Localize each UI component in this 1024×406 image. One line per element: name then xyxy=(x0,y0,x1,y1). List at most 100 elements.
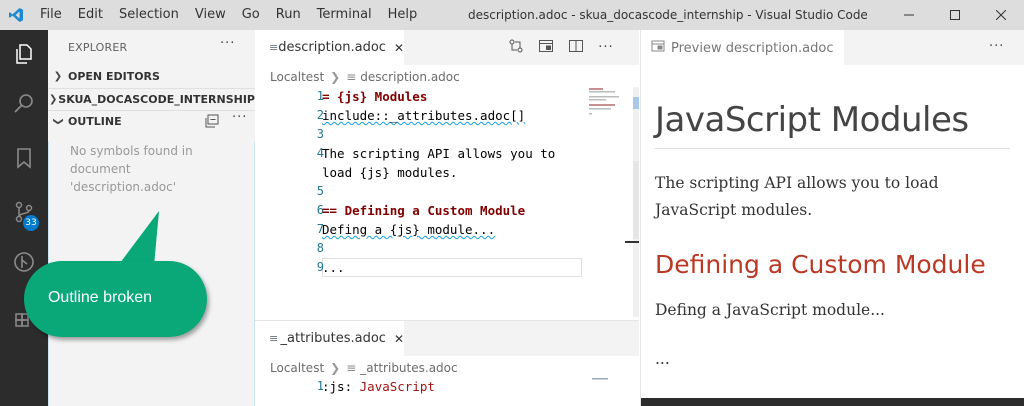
chevron-down-icon: ❯ xyxy=(52,117,64,126)
code-editor[interactable]: 1 :js: JavaScript xyxy=(255,377,590,396)
window-controls xyxy=(886,0,1024,30)
chevron-right-icon: ❯ xyxy=(53,70,63,82)
search-button[interactable] xyxy=(0,80,48,128)
menu-view[interactable]: View xyxy=(187,0,234,30)
editor-actions: ··· xyxy=(501,30,621,65)
split-editor-button[interactable] xyxy=(561,38,591,58)
code-editor[interactable]: 1 = {js} Modules 2 include::_attributes.ad… xyxy=(255,87,590,277)
git-graph-icon xyxy=(14,252,34,272)
code-line: 6 == Defining a Custom Module xyxy=(255,201,590,220)
explorer-sidebar: EXPLORER ··· ❯ OPEN EDITORS ❯ SKUA_DOCAS… xyxy=(48,30,255,406)
collapse-all-button[interactable] xyxy=(205,114,219,132)
editor-tabbar: ≡ description.adoc ✕ ··· xyxy=(255,30,639,65)
preview-icon xyxy=(539,39,553,52)
preview-section-heading: Defining a Custom Module xyxy=(655,250,986,279)
tab-label: _attributes.adoc xyxy=(280,331,386,346)
typo-text: Defing a {js} module... xyxy=(322,222,496,237)
minimap[interactable] xyxy=(592,377,612,381)
menu-run[interactable]: Run xyxy=(268,0,309,30)
tab-description-adoc[interactable]: ≡ description.adoc ✕ xyxy=(255,30,404,65)
open-changes-button[interactable] xyxy=(501,38,531,58)
file-lines-icon: ≡ xyxy=(346,70,357,84)
source-control-button[interactable]: 33 xyxy=(0,188,48,236)
line-number: 7 xyxy=(316,222,324,236)
code-line: 3 xyxy=(255,125,590,144)
line-number: 3 xyxy=(316,127,324,141)
line-number: 4 xyxy=(316,146,324,160)
breadcrumb-folder[interactable]: Localtest xyxy=(270,361,324,375)
code-line: 2 include::_attributes.adoc[] xyxy=(255,106,590,125)
explorer-icon xyxy=(16,44,32,64)
section-outline-label: OUTLINE xyxy=(68,115,122,128)
preview-paragraph: The scripting API allows you to load Jav… xyxy=(655,170,939,224)
minimize-icon xyxy=(904,14,914,16)
section-open-editors[interactable]: ❯ OPEN EDITORS xyxy=(48,65,255,87)
menu-file[interactable]: File xyxy=(32,0,70,30)
section-open-editors-label: OPEN EDITORS xyxy=(68,69,160,83)
editor-more-button[interactable]: ··· xyxy=(591,40,621,55)
line-text: = {js} Modules xyxy=(322,89,428,104)
breadcrumb-folder[interactable]: Localtest xyxy=(270,70,324,84)
preview-tabbar: Preview description.adoc ··· xyxy=(641,30,1024,65)
code-line: 9... xyxy=(255,258,590,277)
line-number: 2 xyxy=(316,108,324,122)
menu-help[interactable]: Help xyxy=(380,0,426,30)
close-window-button[interactable] xyxy=(978,0,1024,30)
preview-title: JavaScript Modules xyxy=(655,100,969,140)
line-text: load {js} modules. xyxy=(322,165,458,180)
chevron-right-icon: ❯ xyxy=(48,94,58,105)
open-changes-icon xyxy=(509,39,523,52)
breadcrumb-file[interactable]: _attributes.adoc xyxy=(360,361,457,375)
scroll-thumb[interactable] xyxy=(633,161,639,239)
outline-more-button[interactable]: ··· xyxy=(232,110,247,125)
tab-attributes-adoc[interactable]: ≡ _attributes.adoc ✕ xyxy=(255,321,404,356)
search-icon xyxy=(14,94,33,113)
code-line: 8 xyxy=(255,239,590,258)
vscode-logo-icon xyxy=(0,0,32,30)
preview-ellipsis: ... xyxy=(655,350,670,368)
close-icon xyxy=(996,10,1006,20)
line-number: 9 xyxy=(316,260,324,274)
preview-paragraph: Defing a JavaScript module... xyxy=(655,301,885,319)
breadcrumb: Localtest ❯ ≡ _attributes.adoc xyxy=(270,361,458,375)
preview-more-button[interactable]: ··· xyxy=(989,39,1004,54)
menu-selection[interactable]: Selection xyxy=(111,0,187,30)
menu-terminal[interactable]: Terminal xyxy=(309,0,380,30)
breadcrumb-file[interactable]: description.adoc xyxy=(360,70,459,84)
close-icon[interactable]: ✕ xyxy=(394,332,404,346)
line-text: ... xyxy=(322,260,345,275)
minimap[interactable] xyxy=(589,87,631,147)
bookmarks-button[interactable] xyxy=(0,134,48,182)
preview-paragraph-line: The scripting API allows you to load xyxy=(655,174,939,192)
source-control-badge: 33 xyxy=(23,215,39,231)
line-number: 8 xyxy=(316,241,324,255)
close-icon[interactable]: ✕ xyxy=(394,41,404,55)
code-line: 4 The scripting API allows you to xyxy=(255,144,590,163)
menu-edit[interactable]: Edit xyxy=(70,0,111,30)
open-preview-button[interactable] xyxy=(531,38,561,58)
menu-go[interactable]: Go xyxy=(234,0,268,30)
editor-group-attributes: ≡ _attributes.adoc ✕ Localtest ❯ ≡ _attr… xyxy=(255,320,639,406)
tab-preview[interactable]: Preview description.adoc xyxy=(641,30,844,65)
preview-icon xyxy=(651,39,671,57)
code-line: load {js} modules. xyxy=(255,163,590,182)
callout-text: Outline broken xyxy=(47,289,153,306)
section-workspace-label: SKUA_DOCASCODE_INTERNSHIP xyxy=(58,93,255,106)
explorer-button[interactable] xyxy=(0,30,48,78)
title-divider xyxy=(655,148,1010,149)
minimize-button[interactable] xyxy=(886,0,932,30)
chevron-right-icon: ❯ xyxy=(330,361,341,375)
line-number: 1 xyxy=(316,89,324,103)
code-line: 5 xyxy=(255,182,590,201)
section-workspace[interactable]: ❯ SKUA_DOCASCODE_INTERNSHIP xyxy=(48,88,255,110)
tab-label: Preview description.adoc xyxy=(671,40,834,56)
editor-tabbar: ≡ _attributes.adoc ✕ xyxy=(255,321,639,356)
sidebar-title: EXPLORER xyxy=(68,41,128,54)
menu-bar: File Edit Selection View Go Run Terminal… xyxy=(32,0,425,30)
section-outline[interactable]: ❯ OUTLINE xyxy=(48,110,255,132)
vertical-scrollbar[interactable] xyxy=(625,87,639,317)
window-title: description.adoc - skua_docascode_intern… xyxy=(468,8,868,22)
tab-label: description.adoc xyxy=(278,40,386,55)
maximize-button[interactable] xyxy=(932,0,978,30)
sidebar-more-button[interactable]: ··· xyxy=(220,36,235,51)
